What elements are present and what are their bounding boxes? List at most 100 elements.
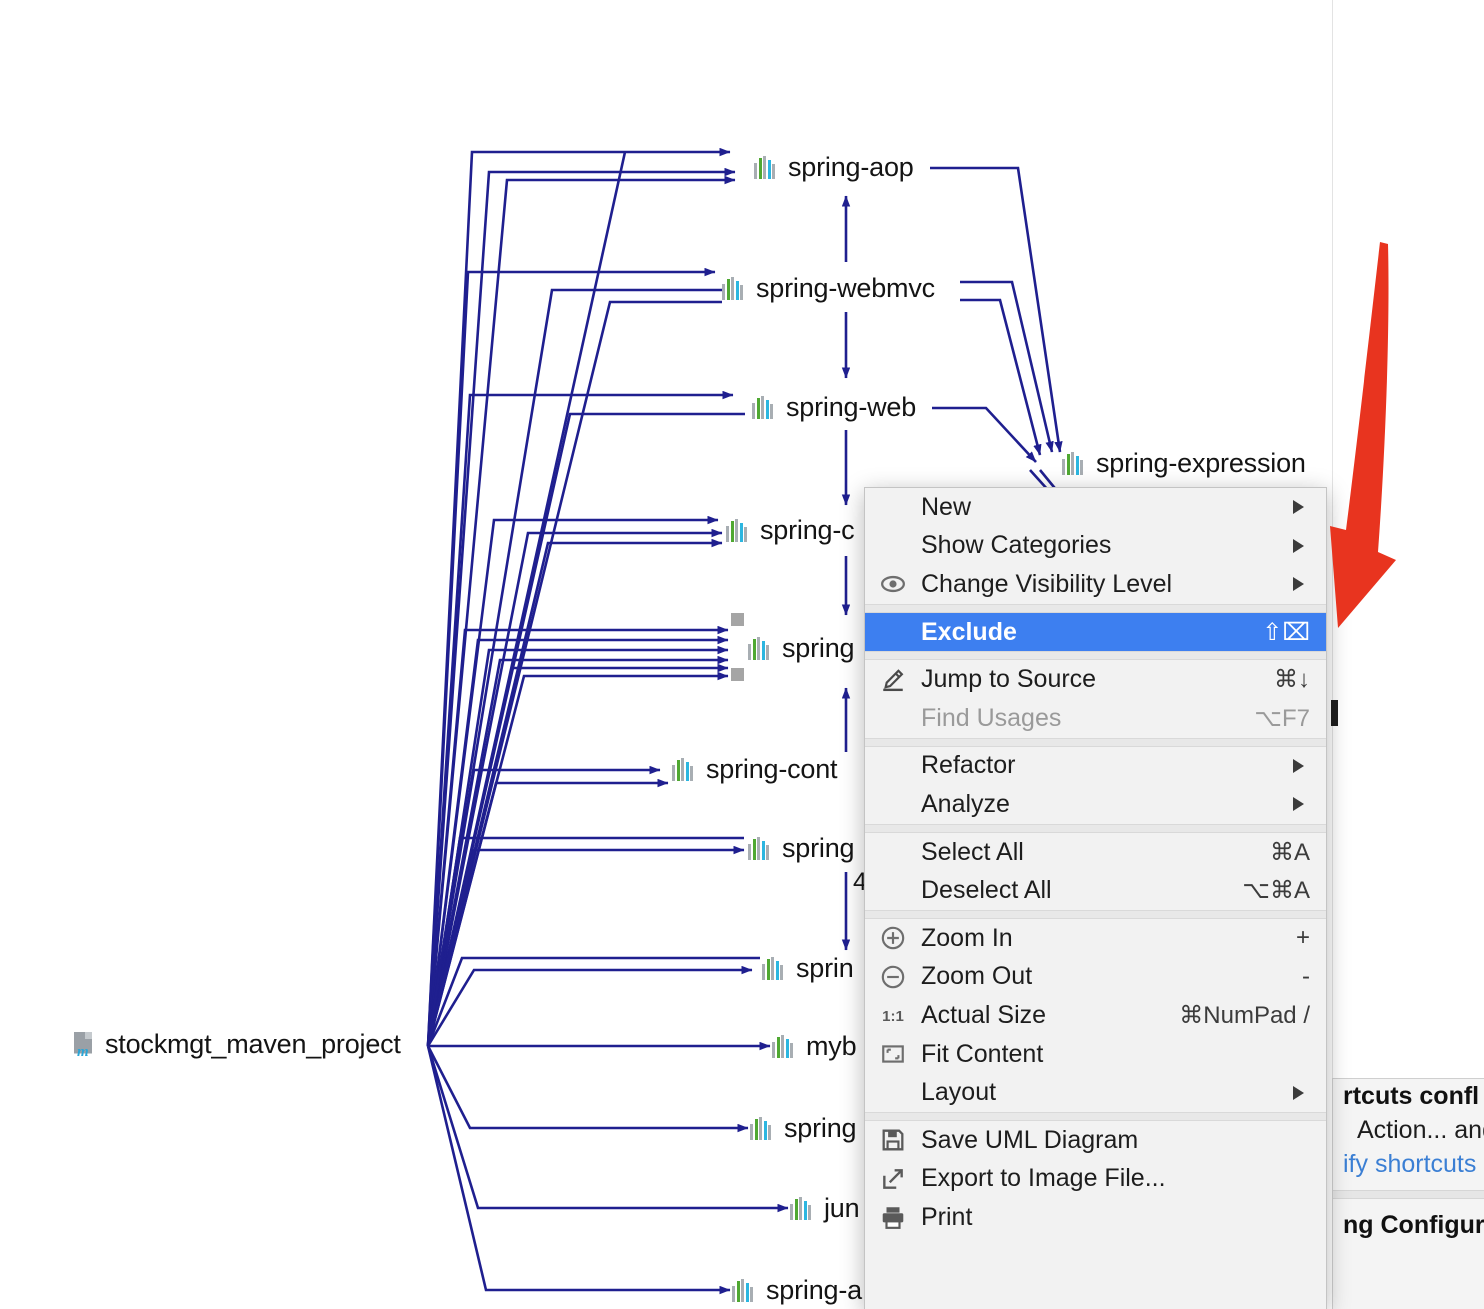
menu-item-label: Fit Content bbox=[921, 1039, 1044, 1068]
diagram-node-spring-c2[interactable]: spring bbox=[750, 1115, 857, 1142]
diagram-node-spring-b[interactable]: sprin bbox=[762, 955, 854, 982]
menu-item-zoom-in[interactable]: Zoom In + bbox=[865, 919, 1326, 958]
diagram-node-root[interactable]: m stockmgt_maven_project bbox=[72, 1029, 401, 1059]
menu-item-label: Save UML Diagram bbox=[921, 1125, 1139, 1154]
context-menu[interactable]: New Show Categories Change Visibility Leve… bbox=[864, 487, 1327, 1309]
menu-item-label: Analyze bbox=[921, 789, 1010, 818]
menu-separator bbox=[865, 737, 1326, 747]
submenu-arrow-icon bbox=[1293, 577, 1304, 592]
notification-body: Action... and bbox=[1357, 1116, 1484, 1144]
notification-link[interactable]: ify shortcuts bbox=[1343, 1150, 1476, 1178]
node-label: spring bbox=[782, 633, 855, 663]
menu-item-zoom-out[interactable]: Zoom Out - bbox=[865, 958, 1326, 997]
menu-item-shortcut: ⌘↓ bbox=[1274, 666, 1310, 694]
submenu-arrow-icon bbox=[1293, 538, 1304, 553]
export-icon bbox=[865, 1166, 921, 1192]
diagram-node-spring-beans[interactable]: spring bbox=[748, 633, 855, 663]
submenu-arrow-icon bbox=[1293, 500, 1304, 515]
menu-item-print[interactable]: Print bbox=[865, 1198, 1326, 1237]
node-label: jun bbox=[824, 1193, 860, 1223]
selection-handle-bottom[interactable] bbox=[731, 668, 744, 681]
menu-item-analyze[interactable]: Analyze bbox=[865, 785, 1326, 824]
node-label: myb bbox=[806, 1031, 857, 1061]
node-label: spring-c bbox=[760, 515, 855, 545]
diagram-node-spring-context[interactable]: spring-cont bbox=[672, 754, 838, 784]
menu-item-find-usages[interactable]: Find Usages ⌥F7 bbox=[865, 699, 1326, 738]
fit-content-icon bbox=[865, 1041, 921, 1067]
menu-item-save-uml-diagram[interactable]: Save UML Diagram bbox=[865, 1121, 1326, 1160]
jar-icon bbox=[750, 1117, 775, 1140]
menu-item-label: Show Categories bbox=[921, 531, 1112, 560]
menu-item-label: Actual Size bbox=[921, 1000, 1047, 1029]
menu-item-change-visibility-level[interactable]: Change Visibility Level bbox=[865, 565, 1326, 604]
diagram-node-junit[interactable]: jun bbox=[790, 1193, 860, 1223]
diagram-node-spring-web[interactable]: spring-web bbox=[752, 394, 916, 421]
right-panel-background bbox=[1332, 0, 1484, 1078]
menu-item-fit-content[interactable]: Fit Content bbox=[865, 1035, 1326, 1074]
actual-size-icon: 1:1 bbox=[865, 1002, 921, 1028]
selection-handle-top[interactable] bbox=[731, 613, 744, 626]
print-icon bbox=[865, 1204, 921, 1230]
diagram-node-spring-expression[interactable]: spring-expression bbox=[1062, 450, 1306, 477]
zoom-in-icon bbox=[865, 925, 921, 951]
menu-item-label: Select All bbox=[921, 837, 1024, 866]
maven-module-icon: m bbox=[72, 1031, 96, 1059]
jar-icon bbox=[754, 156, 779, 179]
jar-icon bbox=[752, 396, 777, 419]
jar-icon bbox=[762, 957, 787, 980]
jar-icon bbox=[726, 519, 751, 542]
svg-text:1:1: 1:1 bbox=[882, 1008, 904, 1025]
save-icon bbox=[865, 1127, 921, 1153]
jar-icon bbox=[1062, 452, 1087, 475]
diagram-node-spring-webmvc[interactable]: spring-webmvc bbox=[722, 275, 935, 302]
diagram-node-spring-a[interactable]: spring bbox=[748, 833, 855, 863]
menu-item-select-all[interactable]: Select All ⌘A bbox=[865, 833, 1326, 872]
menu-item-refactor[interactable]: Refactor bbox=[865, 747, 1326, 786]
node-label: spring-aop bbox=[788, 152, 914, 182]
diagram-node-spring-a2[interactable]: spring-a bbox=[732, 1277, 862, 1304]
menu-item-deselect-all[interactable]: Deselect All ⌥⌘A bbox=[865, 871, 1326, 910]
jar-icon bbox=[672, 758, 697, 781]
menu-item-label: Refactor bbox=[921, 751, 1016, 780]
node-label: spring bbox=[782, 833, 855, 863]
menu-item-label: Deselect All bbox=[921, 876, 1052, 905]
notification-panel[interactable]: rtcuts confl Action... and ify shortcuts… bbox=[1332, 1078, 1484, 1309]
submenu-arrow-icon bbox=[1293, 758, 1304, 773]
jar-icon bbox=[748, 637, 773, 660]
submenu-arrow-icon bbox=[1293, 1085, 1304, 1100]
menu-item-shortcut: - bbox=[1302, 962, 1310, 990]
node-label: spring-cont bbox=[706, 754, 838, 784]
diagram-node-mybatis[interactable]: myb bbox=[772, 1031, 857, 1061]
menu-item-label: Layout bbox=[921, 1078, 997, 1107]
menu-item-label: Zoom Out bbox=[921, 962, 1033, 991]
menu-separator bbox=[865, 1111, 1326, 1121]
menu-item-label: Zoom In bbox=[921, 923, 1013, 952]
menu-item-label: Print bbox=[921, 1202, 973, 1231]
menu-item-label: Change Visibility Level bbox=[921, 569, 1173, 598]
notification-title: rtcuts confl bbox=[1343, 1082, 1480, 1110]
submenu-arrow-icon bbox=[1293, 797, 1304, 812]
node-label: spring-a bbox=[766, 1275, 862, 1305]
diagram-node-spring-aop[interactable]: spring-aop bbox=[754, 154, 914, 181]
menu-item-shortcut: + bbox=[1295, 924, 1310, 952]
notification-divider bbox=[1333, 1190, 1484, 1199]
notification-second-title: ng Configur bbox=[1343, 1211, 1484, 1239]
menu-item-layout[interactable]: Layout bbox=[865, 1073, 1326, 1112]
diagram-node-spring-core[interactable]: spring-c bbox=[726, 515, 855, 545]
menu-item-exclude[interactable]: Exclude ⇧⌧ bbox=[865, 612, 1326, 652]
menu-item-new[interactable]: New bbox=[865, 488, 1326, 527]
menu-item-jump-to-source[interactable]: Jump to Source ⌘↓ bbox=[865, 660, 1326, 699]
eye-icon bbox=[865, 571, 921, 597]
menu-item-label: Find Usages bbox=[921, 703, 1062, 732]
node-label: stockmgt_maven_project bbox=[105, 1029, 401, 1059]
menu-separator bbox=[865, 823, 1326, 833]
menu-item-shortcut: ⇧⌧ bbox=[1262, 618, 1310, 646]
menu-item-shortcut: ⌥F7 bbox=[1254, 704, 1310, 732]
menu-item-show-categories[interactable]: Show Categories bbox=[865, 527, 1326, 566]
menu-item-export-to-image-file[interactable]: Export to Image File... bbox=[865, 1160, 1326, 1199]
node-label: spring-webmvc bbox=[756, 273, 935, 303]
menu-item-actual-size[interactable]: 1:1 Actual Size ⌘NumPad / bbox=[865, 996, 1326, 1035]
menu-item-shortcut: ⌘NumPad / bbox=[1179, 1001, 1310, 1029]
right-panel-tab[interactable] bbox=[1331, 700, 1338, 726]
menu-item-label: Jump to Source bbox=[921, 665, 1097, 694]
